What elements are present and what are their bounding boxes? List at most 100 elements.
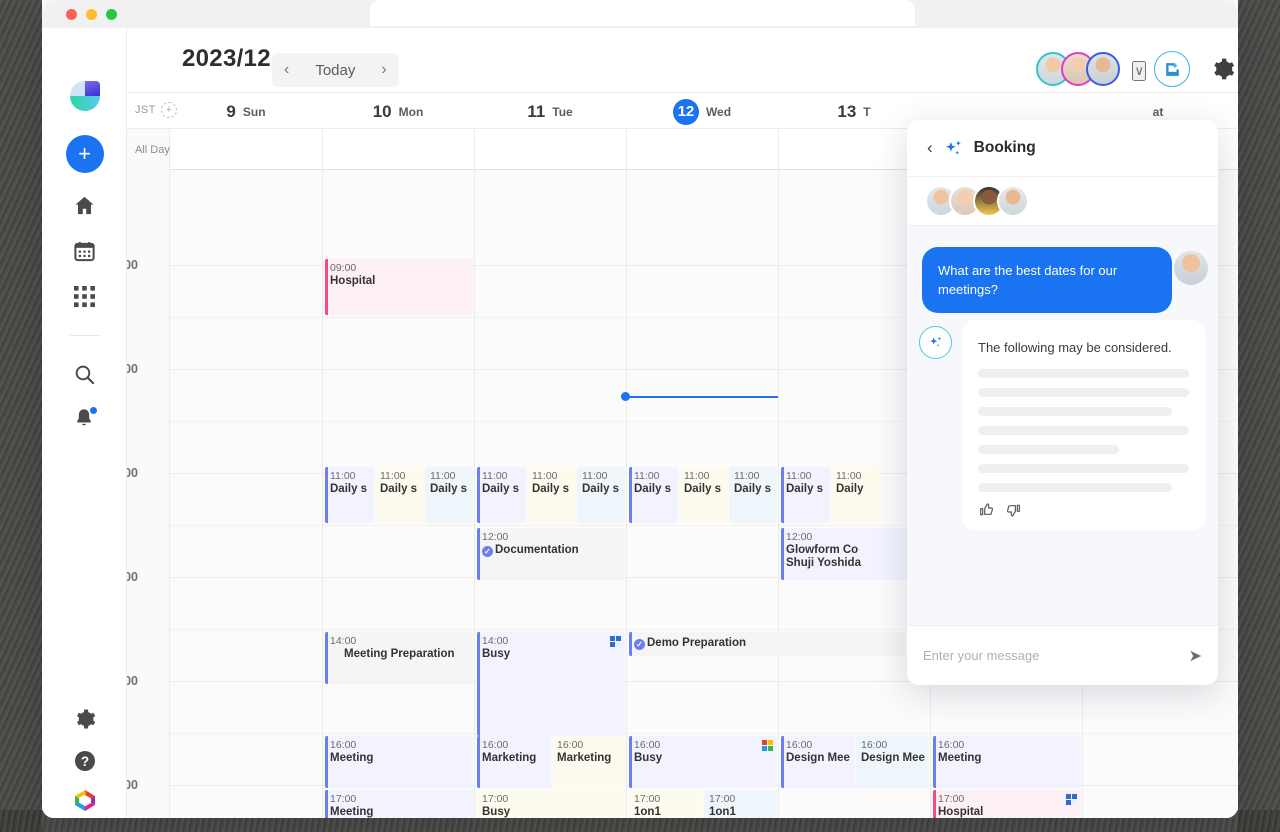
desk-texture-right [1238, 0, 1280, 832]
event-block[interactable]: 11:00 Daily s [729, 467, 777, 523]
grid-vline [322, 129, 323, 170]
event-block[interactable]: 16:00 Meeting [933, 736, 1081, 788]
event-block[interactable]: 11:00 Daily s [527, 467, 576, 523]
event-title: Hospital [330, 275, 376, 287]
event-block[interactable]: 16:00 Design Mee [781, 736, 855, 788]
event-title: Daily s [734, 483, 772, 495]
ai-sparkle-icon [943, 138, 964, 159]
gear-icon [1214, 58, 1235, 80]
event-block[interactable]: 11:00 Daily [831, 467, 880, 523]
back-button[interactable]: ‹ [927, 138, 933, 158]
event-block[interactable]: 11:00 Daily s [325, 467, 374, 523]
event-block[interactable]: 16:00 Marketing [477, 736, 551, 788]
event-title: Daily s [532, 483, 570, 495]
sidebar-item-notifications[interactable] [42, 401, 127, 437]
sidebar-item-logo[interactable] [42, 76, 127, 116]
new-message-icon[interactable] [1154, 51, 1190, 87]
event-time: 16:00 [634, 739, 661, 751]
ai-sparkle-icon [930, 336, 942, 347]
prev-week-button[interactable]: ‹ [272, 53, 301, 87]
day-number: 11 [527, 101, 546, 121]
day-column-header[interactable]: 9 Sun [170, 93, 322, 130]
event-block[interactable]: 16:00 Marketing [552, 736, 625, 788]
avatar[interactable] [1086, 52, 1120, 86]
chat-input-row[interactable]: ➤ [907, 625, 1218, 685]
event-title: Daily s [482, 483, 520, 495]
day-column-header[interactable]: 10 Mon [322, 93, 474, 130]
window-controls[interactable] [66, 9, 117, 20]
event-block[interactable]: 11:00 Daily s [425, 467, 473, 523]
sidebar-item-help[interactable]: ? [42, 743, 127, 779]
event-time: 11:00 [532, 470, 558, 482]
event-title: Daily s [582, 483, 620, 495]
event-time: 12:00 [786, 531, 813, 543]
skeleton-line [978, 464, 1189, 473]
event-time: 16:00 [330, 739, 357, 751]
event-block[interactable]: 17:00 Meeting [325, 790, 473, 818]
sidebar-item-home[interactable] [42, 187, 127, 223]
maximize-window-button[interactable] [106, 9, 117, 20]
event-block[interactable]: 17:00 Busy [477, 790, 625, 818]
minimize-window-button[interactable] [86, 9, 97, 20]
thumbs-down-icon[interactable] [1006, 502, 1022, 518]
event-block[interactable]: 17:00 1on1 [704, 790, 777, 818]
sidebar-item-settings[interactable] [42, 701, 127, 737]
event-title: Busy [482, 648, 511, 660]
event-title: ✓Meeting Preparation [330, 648, 470, 661]
attendee-avatar-group[interactable] [1036, 52, 1120, 86]
event-block[interactable]: 16:00 Meeting [325, 736, 473, 788]
event-title: Marketing [557, 752, 612, 764]
sidebar-item-search[interactable] [42, 356, 127, 392]
event-block[interactable]: 17:00 Hospital [933, 790, 1081, 818]
hour-label: 10:00 [127, 362, 138, 376]
event-block[interactable]: ✓ Demo Preparation [629, 632, 905, 656]
thumbs-up-icon[interactable] [978, 502, 994, 518]
event-block[interactable]: 11:00 Daily s [679, 467, 728, 523]
event-block[interactable]: 11:00 Daily s [629, 467, 678, 523]
event-time: 11:00 [330, 470, 356, 482]
event-title: Daily s [330, 483, 368, 495]
avatar[interactable] [997, 185, 1029, 217]
check-icon: ✓ [482, 546, 493, 557]
sidebar-item-apps[interactable] [42, 278, 127, 314]
plus-icon[interactable]: + [65, 135, 104, 173]
outlook-icon [1066, 794, 1077, 805]
event-block[interactable]: 11:00 Daily s [577, 467, 625, 523]
sidebar-item-calendar[interactable] [42, 233, 127, 269]
day-column-header[interactable]: 11 Tue [474, 93, 626, 130]
home-icon [75, 196, 94, 214]
avatar[interactable] [1174, 251, 1208, 285]
send-icon[interactable]: ➤ [1189, 646, 1202, 666]
event-subtitle: Shuji Yoshida [786, 557, 861, 569]
browser-tab[interactable] [370, 0, 915, 26]
outlook-icon [610, 636, 621, 647]
chat-message-input[interactable] [923, 648, 1189, 663]
event-block[interactable]: 17:00 1on1 [629, 790, 703, 818]
event-block[interactable]: 16:00 Design Mee [856, 736, 929, 788]
svg-text:?: ? [80, 754, 88, 769]
event-block[interactable]: 11:00 Daily s [781, 467, 830, 523]
event-block[interactable]: 14:00 ✓Meeting Preparation [325, 632, 473, 684]
event-title: Daily s [430, 483, 468, 495]
day-name: Mon [398, 104, 424, 119]
event-block[interactable]: 09:00 Hospital [325, 259, 473, 315]
event-block[interactable]: 16:00 Busy [629, 736, 777, 788]
sidebar-item-workspace[interactable] [42, 786, 127, 818]
event-title: Meeting [938, 752, 982, 764]
event-title: Daily [836, 483, 864, 495]
day-column-header-today[interactable]: 12 Wed [626, 93, 778, 130]
check-icon: ✓ [634, 639, 645, 650]
event-block[interactable]: 11:00 Daily s [375, 467, 424, 523]
chevron-down-icon[interactable]: ∨ [1132, 61, 1146, 81]
today-button[interactable]: Today [301, 53, 369, 87]
chat-participants[interactable] [907, 177, 1218, 226]
sidebar-item-create[interactable]: + [42, 134, 127, 174]
event-block[interactable]: 14:00 Busy [477, 632, 625, 736]
settings-gear-button[interactable] [1208, 54, 1238, 84]
event-title: Daily s [634, 483, 672, 495]
event-block[interactable]: 12:00 ✓ Documentation [477, 528, 625, 580]
close-window-button[interactable] [66, 9, 77, 20]
day-number: 13 [837, 101, 857, 121]
next-week-button[interactable]: › [369, 53, 398, 87]
event-block[interactable]: 11:00 Daily s [477, 467, 526, 523]
